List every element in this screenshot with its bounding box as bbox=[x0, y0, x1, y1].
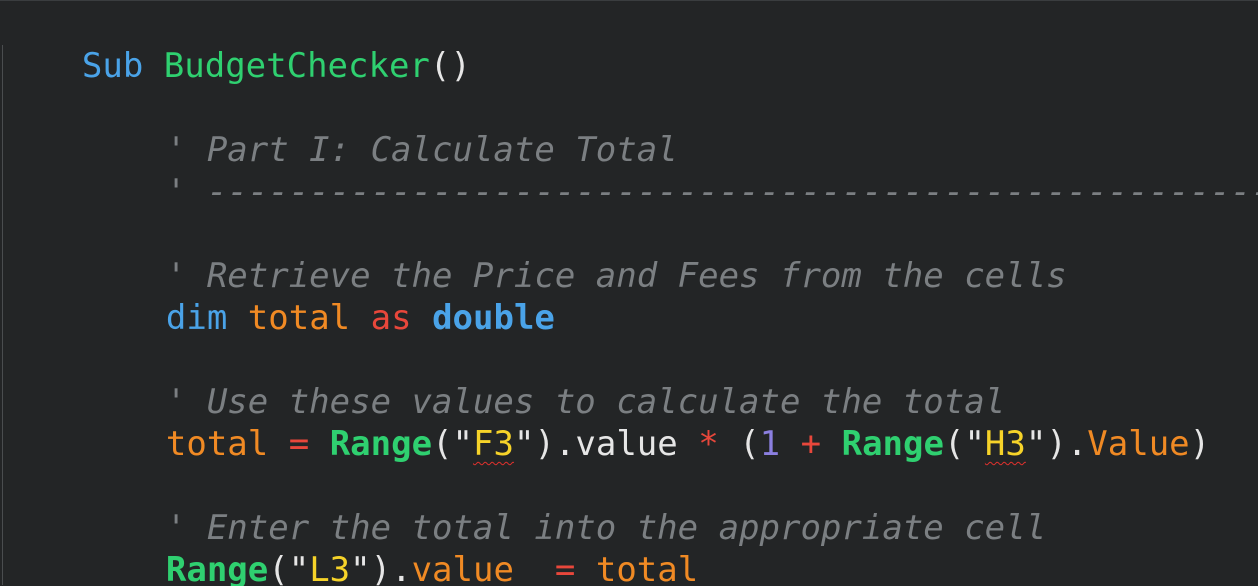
code-line-range-assignment[interactable]: Range("L3").value = total bbox=[0, 507, 698, 586]
type-double: double bbox=[432, 298, 555, 338]
open-quote: (" bbox=[943, 424, 985, 464]
function-range: Range bbox=[329, 424, 433, 464]
close-paren: ) bbox=[1189, 424, 1211, 464]
string-h3: H3 bbox=[984, 424, 1026, 464]
close-quote-value: ").value bbox=[513, 424, 678, 464]
function-range: Range bbox=[165, 550, 269, 586]
parentheses: () bbox=[429, 46, 471, 86]
code-line-comment-retrieve[interactable]: ' Retrieve the Price and Fees from the c… bbox=[0, 213, 1067, 296]
code-line-dim-statement[interactable]: dim total as double bbox=[0, 255, 555, 338]
property-value: value bbox=[411, 550, 514, 586]
variable-total: total bbox=[165, 424, 269, 464]
open-paren: ( bbox=[739, 424, 760, 464]
close-quote-dot: "). bbox=[1025, 424, 1088, 464]
comment-separator: ' --------------------------------------… bbox=[165, 172, 1258, 212]
variable-total: total bbox=[595, 550, 699, 586]
keyword-dim: dim bbox=[165, 298, 228, 338]
open-quote: (" bbox=[432, 424, 474, 464]
operator-equals: = bbox=[554, 550, 576, 586]
function-range: Range bbox=[841, 424, 944, 464]
operator-multiply: * bbox=[698, 424, 719, 464]
string-l3: L3 bbox=[309, 550, 351, 586]
variable-total: total bbox=[247, 298, 351, 338]
close-quote-dot: "). bbox=[350, 550, 412, 586]
code-line-total-assignment[interactable]: total = Range("F3").value * (1 + Range("… bbox=[0, 381, 1210, 464]
code-line-comment-use-values[interactable]: ' Use these values to calculate the tota… bbox=[0, 339, 1005, 422]
property-value: Value bbox=[1087, 424, 1190, 464]
keyword-as: as bbox=[370, 298, 412, 338]
keyword-sub: Sub bbox=[81, 46, 144, 86]
operator-equals: = bbox=[288, 424, 310, 464]
code-line-comment-enter-total[interactable]: ' Enter the total into the appropriate c… bbox=[0, 465, 1046, 548]
operator-plus: + bbox=[800, 424, 822, 464]
sub-name: BudgetChecker bbox=[163, 46, 430, 86]
number-one: 1 bbox=[759, 424, 781, 464]
code-line-sub-declaration[interactable]: Sub BudgetChecker() bbox=[0, 3, 471, 86]
string-f3: F3 bbox=[473, 424, 514, 464]
code-line-comment-part-i[interactable]: ' Part I: Calculate Total bbox=[0, 87, 678, 170]
code-line-comment-separator[interactable]: ' --------------------------------------… bbox=[0, 129, 1258, 212]
code-editor[interactable]: Sub BudgetChecker() ' Part I: Calculate … bbox=[0, 0, 1258, 586]
open-quote: (" bbox=[268, 550, 310, 586]
